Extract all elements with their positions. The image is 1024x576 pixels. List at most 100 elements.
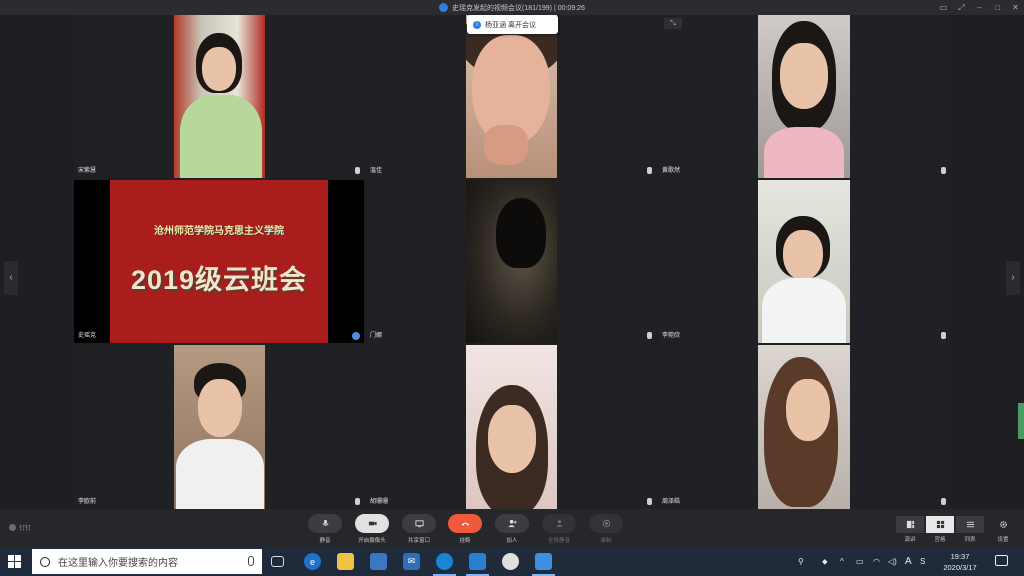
qq-browser-icon[interactable]: [433, 553, 456, 576]
taskbar-search-input[interactable]: 在这里输入你要搜索的内容: [32, 549, 262, 574]
taskbar-clock[interactable]: 19:37 2020/3/17: [937, 551, 983, 573]
participant-name: 李菀欣: [662, 333, 681, 339]
task-view-icon[interactable]: [271, 556, 284, 567]
participant-name: 门娜: [370, 333, 383, 339]
tray-app-icon[interactable]: ⬥: [822, 547, 828, 576]
dingtalk-icon[interactable]: [466, 553, 489, 576]
participant-video: [466, 15, 557, 178]
meeting-window: 史瑶克发起的视频会议(181/199) | 00:09:26 ▭ ⤢ – □ ✕…: [0, 0, 1024, 576]
input-method-icon[interactable]: S: [920, 547, 925, 576]
mute-label: 静音: [319, 538, 331, 544]
pin-icon: [9, 524, 16, 531]
grid-layout-label: 宫格: [934, 537, 946, 543]
slide-subtitle: 沧州师范学院马克思主义学院: [154, 226, 284, 237]
camera-icon: [355, 514, 389, 533]
record-label: 录制: [600, 538, 612, 544]
participant-tile[interactable]: 宋紫慧: [74, 15, 364, 178]
pin-window-icon[interactable]: ▭: [939, 3, 948, 12]
camera-button[interactable]: 开启摄像头: [354, 514, 390, 544]
ime-indicator[interactable]: A: [905, 547, 912, 576]
meeting-app-icon[interactable]: [532, 553, 555, 576]
volume-icon[interactable]: ◁): [888, 547, 897, 576]
search-placeholder: 在这里输入你要搜索的内容: [58, 558, 178, 569]
mute-all-label: 全员静音: [547, 538, 570, 544]
media-player-icon[interactable]: [502, 553, 519, 570]
participant-tile[interactable]: 李菀欣: [658, 180, 950, 343]
participant-name: 李欧前: [78, 499, 97, 505]
chevron-right-icon[interactable]: ›: [1006, 261, 1020, 295]
grid-layout-icon: [926, 516, 954, 533]
chevron-up-icon[interactable]: ^: [840, 547, 844, 576]
participant-tile[interactable]: 李欧前: [74, 345, 364, 509]
close-icon[interactable]: ✕: [1011, 3, 1020, 12]
wifi-icon[interactable]: ◠: [873, 547, 880, 576]
add-person-icon: [495, 514, 529, 533]
list-layout-button[interactable]: 列表: [955, 516, 985, 543]
add-person-label: 加人: [506, 538, 518, 544]
microphone-icon: [355, 167, 360, 174]
participant-name: 宋紫慧: [78, 168, 97, 174]
maximize-icon[interactable]: □: [993, 3, 1002, 12]
window-title: 史瑶克发起的视频会议(181/199) | 00:09:26: [452, 4, 585, 12]
file-explorer-icon[interactable]: [337, 553, 354, 570]
mute-button[interactable]: 静音: [307, 514, 343, 544]
participant-video: [466, 345, 557, 509]
add-person-button[interactable]: 加人: [494, 514, 530, 544]
participant-name: 胡珊珊: [370, 499, 389, 505]
speaker-layout-button[interactable]: 演讲: [895, 516, 925, 543]
notification-center-icon[interactable]: [995, 555, 1008, 566]
participant-video: [174, 15, 265, 178]
shared-slide: 沧州师范学院马克思主义学院 2019级云班会: [110, 180, 328, 343]
app-logo-icon: [439, 3, 449, 12]
expand-icon[interactable]: ⤡: [664, 18, 682, 29]
participant-video: [466, 180, 557, 343]
camera-label: 开启摄像头: [358, 538, 386, 544]
minimize-icon[interactable]: –: [975, 3, 984, 12]
hangup-label: 挂断: [459, 538, 471, 544]
participant-tile[interactable]: 门娜: [366, 180, 656, 343]
grid-layout-button[interactable]: 宫格: [925, 516, 955, 543]
tray-person-icon[interactable]: ⚲: [798, 547, 804, 576]
mail-icon[interactable]: ✉: [403, 553, 420, 570]
battery-icon[interactable]: ▭: [856, 547, 864, 576]
side-handle[interactable]: [1018, 403, 1024, 439]
store-icon[interactable]: [370, 553, 387, 570]
participant-name: 温佳: [370, 168, 383, 174]
settings-button[interactable]: 设置: [988, 516, 1018, 543]
screen-share-icon: [402, 514, 436, 533]
participant-tile[interactable]: 黄歌然: [658, 15, 950, 178]
hangup-button[interactable]: 挂断: [447, 514, 483, 544]
microphone-icon: [647, 167, 652, 174]
participant-tile[interactable]: 周泽皓: [658, 345, 950, 509]
participant-video: [758, 345, 850, 509]
record-icon: [589, 514, 623, 533]
windows-taskbar: 在这里输入你要搜索的内容 e ✉ ⚲ ⬥ ^ ▭ ◠ ◁) A S 19:37 …: [0, 547, 1024, 576]
leave-notification: i 杨亚涵 离开会议: [467, 15, 558, 34]
fullscreen-icon[interactable]: ⤢: [957, 3, 966, 13]
microphone-icon: [355, 498, 360, 505]
participant-tile[interactable]: 胡珊珊: [366, 345, 656, 509]
microphone-icon: [308, 514, 342, 533]
participant-video: [758, 15, 850, 178]
participant-tile-screen-share[interactable]: 沧州师范学院马克思主义学院 2019级云班会 史瑶克: [74, 180, 364, 343]
slide-title: 2019级云班会: [130, 265, 308, 295]
microphone-icon: [941, 167, 946, 174]
windows-start-icon[interactable]: [8, 555, 21, 568]
voice-search-icon[interactable]: [248, 556, 254, 566]
participant-tile[interactable]: 温佳: [366, 15, 656, 178]
list-layout-label: 列表: [964, 537, 976, 543]
edge-browser-icon[interactable]: e: [304, 553, 321, 570]
share-window-button[interactable]: 共享窗口: [401, 514, 437, 544]
chevron-left-icon[interactable]: ‹: [4, 261, 18, 295]
pin-button[interactable]: 钉钉: [9, 523, 31, 532]
mute-all-button[interactable]: 全员静音: [541, 514, 577, 544]
speaker-layout-label: 演讲: [904, 537, 916, 543]
participant-name: 史瑶克: [78, 333, 97, 339]
participant-name: 黄歌然: [662, 168, 681, 174]
record-button[interactable]: 录制: [588, 514, 624, 544]
participant-name: 周泽皓: [662, 499, 681, 505]
settings-label: 设置: [997, 537, 1009, 543]
speaker-layout-icon: [896, 516, 924, 533]
speaking-indicator-icon: [352, 332, 360, 340]
microphone-icon: [647, 332, 652, 339]
